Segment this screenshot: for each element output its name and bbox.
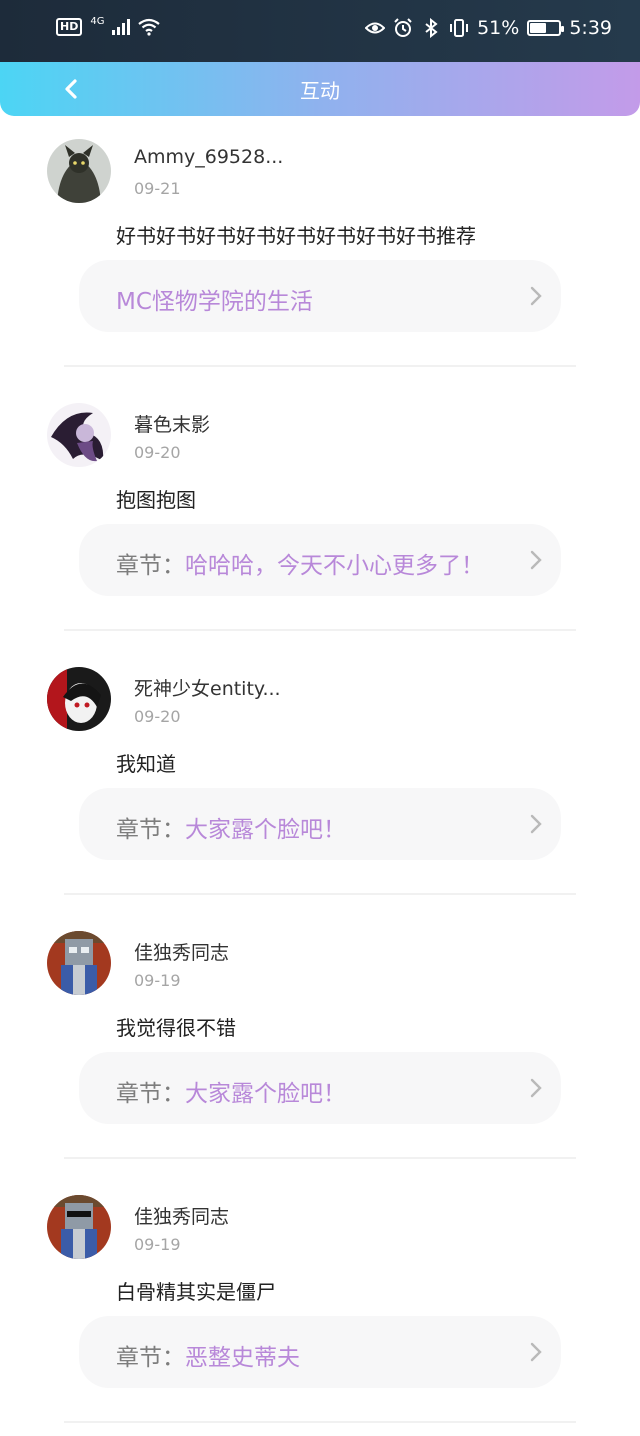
comment-date: 09-19 xyxy=(134,1235,181,1254)
book-link-card[interactable]: MC怪物学院的生活 xyxy=(79,260,561,332)
card-text: 章节：恶整史蒂夫 xyxy=(116,1338,300,1372)
comment-text: 抱图抱图 xyxy=(116,488,196,512)
divider xyxy=(64,893,576,895)
bluetooth-icon xyxy=(425,18,438,38)
comment-text: 好书好书好书好书好书好书好书好书推荐 xyxy=(116,224,476,248)
card-text: 章节：哈哈哈，今天不小心更多了！ xyxy=(116,546,484,580)
comment-date: 09-20 xyxy=(134,443,181,462)
divider xyxy=(64,629,576,631)
avatar[interactable] xyxy=(47,1195,111,1259)
username[interactable]: 佳独秀同志 xyxy=(134,1202,229,1229)
username[interactable]: 死神少女entity... xyxy=(134,674,281,701)
username[interactable]: 佳独秀同志 xyxy=(134,938,229,965)
app-header: 互动 xyxy=(0,62,640,116)
avatar[interactable] xyxy=(47,931,111,995)
page-title: 互动 xyxy=(300,79,340,103)
card-prefix: 章节： xyxy=(116,817,185,843)
chapter-link-card[interactable]: 章节：大家露个脸吧！ xyxy=(79,1052,561,1124)
avatar[interactable] xyxy=(47,403,111,467)
chapter-title: 恶整史蒂夫 xyxy=(185,1345,300,1371)
clock: 5:39 xyxy=(569,17,612,39)
network-type: 4G xyxy=(90,15,105,27)
list-item: 暮色末影 09-20 抱图抱图 章节：哈哈哈，今天不小心更多了！ xyxy=(0,380,640,644)
chevron-right-icon xyxy=(530,550,542,570)
card-prefix: 章节： xyxy=(116,553,185,579)
vibrate-icon xyxy=(450,19,469,37)
wifi-icon xyxy=(138,18,161,36)
divider xyxy=(64,1157,576,1159)
chevron-right-icon xyxy=(530,1078,542,1098)
list-item: 死神少女entity... 09-20 我知道 章节：大家露个脸吧！ xyxy=(0,644,640,908)
avatar[interactable] xyxy=(47,667,111,731)
avatar[interactable] xyxy=(47,139,111,203)
card-text: 章节：大家露个脸吧！ xyxy=(116,810,346,844)
eye-icon xyxy=(365,22,386,34)
battery-icon xyxy=(527,20,565,36)
status-bar: HD 4G 51% 5:39 xyxy=(0,0,640,62)
list-item: Ammy_69528... 09-21 好书好书好书好书好书好书好书好书推荐 M… xyxy=(0,116,640,380)
card-prefix: 章节： xyxy=(116,1345,185,1371)
divider xyxy=(64,1421,576,1423)
comment-date: 09-20 xyxy=(134,707,181,726)
comment-text: 我知道 xyxy=(116,752,176,776)
comment-date: 09-19 xyxy=(134,971,181,990)
chevron-right-icon xyxy=(530,1342,542,1362)
divider xyxy=(64,365,576,367)
comment-date: 09-21 xyxy=(134,179,181,198)
chapter-link-card[interactable]: 章节：恶整史蒂夫 xyxy=(79,1316,561,1388)
chapter-title: 大家露个脸吧！ xyxy=(185,817,346,843)
chapter-link-card[interactable]: 章节：哈哈哈，今天不小心更多了！ xyxy=(79,524,561,596)
card-text: MC怪物学院的生活 xyxy=(116,282,313,316)
alarm-icon xyxy=(394,18,412,37)
list-item: 佳独秀同志 09-19 白骨精其实是僵尸 章节：恶整史蒂夫 xyxy=(0,1172,640,1436)
hd-icon: HD xyxy=(56,18,83,36)
book-title: MC怪物学院的生活 xyxy=(116,289,313,315)
card-prefix: 章节： xyxy=(116,1081,185,1107)
interaction-feed: Ammy_69528... 09-21 好书好书好书好书好书好书好书好书推荐 M… xyxy=(0,116,640,1436)
chapter-title: 哈哈哈，今天不小心更多了！ xyxy=(185,553,484,579)
comment-text: 白骨精其实是僵尸 xyxy=(116,1280,276,1304)
chapter-title: 大家露个脸吧！ xyxy=(185,1081,346,1107)
card-text: 章节：大家露个脸吧！ xyxy=(116,1074,346,1108)
status-left: HD 4G xyxy=(56,15,161,36)
chevron-right-icon xyxy=(530,286,542,306)
battery-percent: 51% xyxy=(477,17,520,39)
list-item: 佳独秀同志 09-19 我觉得很不错 章节：大家露个脸吧！ xyxy=(0,908,640,1172)
comment-text: 我觉得很不错 xyxy=(116,1016,236,1040)
chevron-right-icon xyxy=(530,814,542,834)
chapter-link-card[interactable]: 章节：大家露个脸吧！ xyxy=(79,788,561,860)
username[interactable]: 暮色末影 xyxy=(134,410,210,437)
status-right: 51% 5:39 xyxy=(365,17,612,39)
signal-icon xyxy=(112,19,131,35)
username[interactable]: Ammy_69528... xyxy=(134,146,283,168)
